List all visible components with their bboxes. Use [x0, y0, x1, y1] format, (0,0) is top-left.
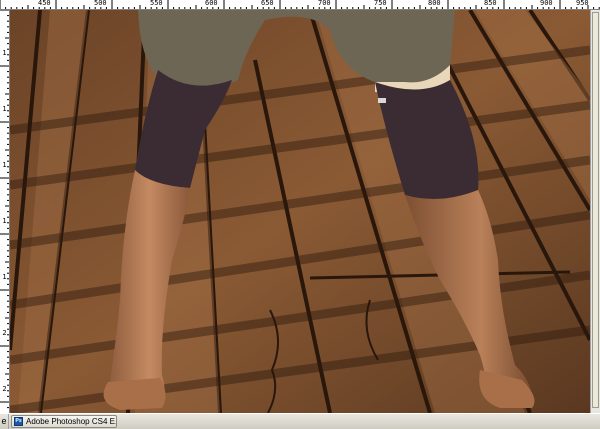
photoshop-icon-text: Ps — [15, 418, 22, 424]
ruler-label: 800 — [428, 0, 441, 7]
ruler-top-ticks — [0, 0, 600, 9]
taskbar-left-indicator: e — [0, 414, 9, 429]
document-canvas[interactable] — [10, 10, 590, 413]
ruler-label: 1 — [2, 49, 7, 57]
horizontal-ruler[interactable]: 450 500 550 600 650 700 750 800 850 900 … — [0, 0, 600, 10]
ruler-label: 1 — [2, 105, 7, 113]
ruler-label: 600 — [205, 0, 218, 7]
ruler-label: 650 — [261, 0, 274, 7]
ruler-label: 1 — [2, 217, 7, 225]
ruler-label: 950 — [576, 0, 589, 7]
vertical-ruler[interactable]: 1 1 1 1 1 2 2 — [0, 10, 10, 413]
ruler-label: 2 — [2, 329, 7, 337]
scrollbar-thumb[interactable] — [592, 12, 599, 408]
legging-tag — [378, 98, 386, 103]
ruler-label: 2 — [2, 385, 7, 393]
ruler-label: 550 — [150, 0, 163, 7]
photoshop-window: 450 500 550 600 650 700 750 800 850 900 … — [0, 0, 600, 429]
taskbar: e Ps Adobe Photoshop CS4 E... — [0, 413, 600, 429]
canvas-photo — [10, 10, 590, 413]
taskbar-photoshop-button[interactable]: Ps Adobe Photoshop CS4 E... — [11, 415, 117, 428]
left-foot — [103, 378, 166, 410]
ruler-label: 1 — [2, 273, 7, 281]
vertical-scrollbar[interactable] — [590, 10, 600, 413]
photoshop-icon: Ps — [14, 417, 23, 426]
ruler-label: 850 — [484, 0, 497, 7]
ruler-label: 450 — [38, 0, 51, 7]
ruler-label: 500 — [94, 0, 107, 7]
ruler-label: 700 — [318, 0, 331, 7]
ruler-label: 900 — [540, 0, 553, 7]
taskbar-button-label: Adobe Photoshop CS4 E... — [26, 417, 117, 426]
ruler-label: 1 — [2, 161, 7, 169]
ruler-left-ticks — [0, 10, 9, 409]
ruler-label: 750 — [374, 0, 387, 7]
